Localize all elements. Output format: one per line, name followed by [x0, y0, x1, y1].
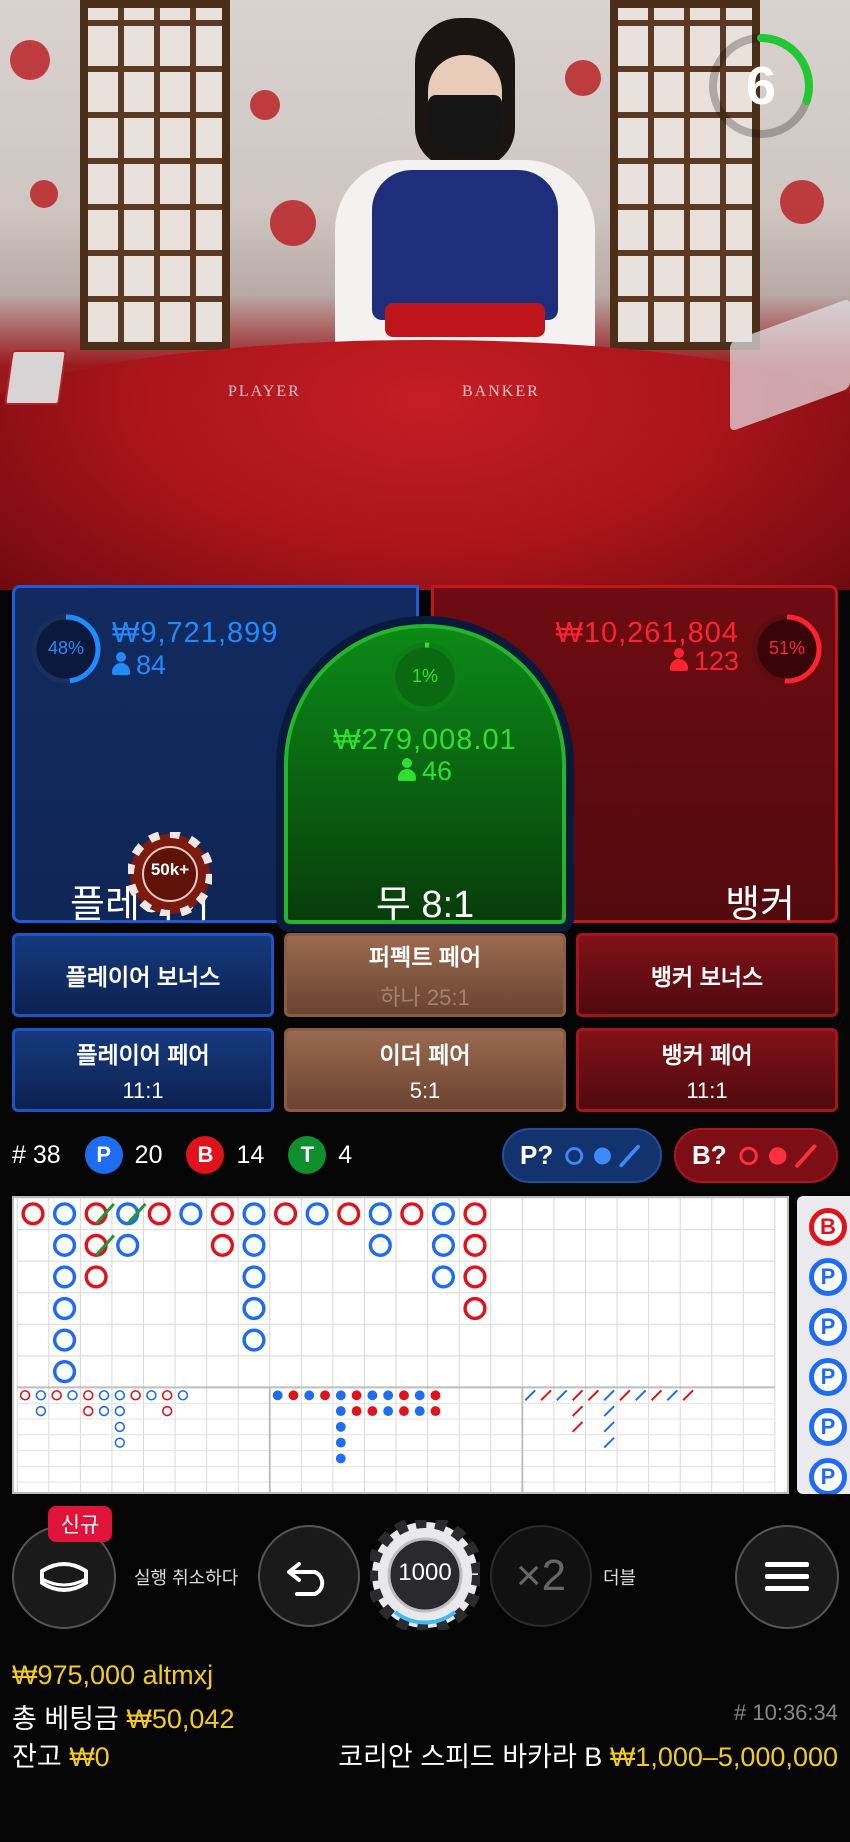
- player-win-count: 20: [134, 1140, 163, 1169]
- perfect-pair-button[interactable]: 퍼펙트 페어 하나 25:1: [284, 933, 566, 1017]
- player-percent: 48%: [47, 638, 85, 658]
- perfect-pair-label: 퍼펙트 페어: [368, 944, 482, 970]
- menu-button[interactable]: [735, 1525, 839, 1629]
- player-pair-payout: 11:1: [122, 1078, 164, 1103]
- person-icon: [112, 652, 130, 676]
- side-result-4: P: [809, 1358, 847, 1396]
- predict-symbols-icon: [565, 1144, 641, 1167]
- perfect-pair-payout: 하나 25:1: [380, 985, 470, 1010]
- tie-total-amount: ₩279,008.01: [333, 724, 517, 756]
- tie-win-count: 4: [338, 1140, 353, 1169]
- person-icon: [669, 648, 688, 672]
- table-name: 코리안 스피드 바카라 B: [338, 1742, 603, 1772]
- player-pair-label: 플레이어 페어: [76, 1042, 210, 1068]
- either-pair-button[interactable]: 이더 페어 5:1: [284, 1028, 566, 1112]
- banker-percent: 51%: [768, 638, 806, 658]
- predict-symbols-icon: [739, 1143, 817, 1168]
- banker-bonus-button[interactable]: 뱅커 보너스: [576, 933, 838, 1017]
- player-badge: P: [84, 1136, 123, 1174]
- double-button[interactable]: ×2: [490, 1525, 592, 1627]
- side-result-5: P: [809, 1408, 847, 1446]
- total-bet: 총 베팅금 ₩50,042: [12, 1697, 234, 1736]
- card-stack: [4, 350, 67, 405]
- balance: 잔고 ₩0: [12, 1735, 110, 1774]
- undo-icon: [287, 1562, 325, 1596]
- double-label: 더블: [603, 1568, 637, 1588]
- table-info: 코리안 스피드 바카라 B ₩1,000–5,000,000: [338, 1735, 838, 1774]
- baccarat-table: [0, 340, 850, 590]
- player-bonus-label: 플레이어 보너스: [65, 964, 221, 990]
- banker-label: 뱅커: [725, 884, 795, 926]
- side-result-2: P: [809, 1258, 847, 1296]
- undo-button[interactable]: [258, 1525, 360, 1627]
- lattice-screen-left: [80, 0, 230, 350]
- roadmap-side-column[interactable]: B P P P P P: [797, 1196, 850, 1494]
- banker-predict-label: B?: [692, 1140, 727, 1170]
- hamburger-menu-icon: [765, 1562, 809, 1591]
- banker-predict-button[interactable]: B?: [674, 1128, 838, 1183]
- player-predict-label: P?: [520, 1140, 554, 1170]
- person-icon: [397, 758, 416, 782]
- table-icon: [40, 1562, 88, 1592]
- total-bet-label: 총 베팅금: [12, 1704, 119, 1734]
- banker-bonus-label: 뱅커 보너스: [650, 964, 764, 990]
- game-time: # 10:36:34: [734, 1700, 838, 1725]
- banker-pair-label: 뱅커 페어: [661, 1042, 753, 1068]
- banker-count-value: 123: [693, 646, 739, 676]
- tie-count-value: 46: [421, 756, 453, 786]
- banker-bettor-count: 123: [669, 646, 739, 677]
- player-total-amount: ₩9,721,899: [112, 617, 279, 649]
- undo-label: 실행 취소하다: [134, 1568, 239, 1588]
- side-result-3: P: [809, 1308, 847, 1346]
- chip-selector-value: 1000: [398, 1559, 452, 1586]
- tie-badge: T: [288, 1136, 327, 1174]
- banker-pair-payout: 11:1: [686, 1078, 728, 1103]
- total-bet-value: ₩50,042: [126, 1704, 235, 1734]
- new-badge: 신규: [48, 1506, 112, 1542]
- round-statistics: # 38 P 20 B 14 T 4: [12, 1130, 376, 1180]
- scoreboard-roadmap[interactable]: [12, 1196, 789, 1494]
- tie-percent: 1%: [411, 666, 438, 686]
- player-predict-button[interactable]: P?: [502, 1128, 662, 1183]
- side-result-1: B: [809, 1208, 847, 1246]
- either-pair-label: 이더 페어: [379, 1042, 471, 1068]
- placed-chip-value: 50k+: [150, 860, 190, 879]
- user-balance: ₩975,000 altmxj: [12, 1660, 214, 1690]
- tie-label: 무 8:1: [375, 884, 475, 926]
- tie-bet-area[interactable]: 1% ₩279,008.01 46 무 8:1: [284, 624, 566, 926]
- double-symbol: ×2: [515, 1551, 567, 1600]
- player-bettor-count: 84: [112, 650, 166, 681]
- balance-label: 잔고: [12, 1742, 62, 1772]
- banker-win-count: 14: [236, 1140, 265, 1169]
- player-count-value: 84: [136, 650, 167, 680]
- tie-bettor-count: 46: [288, 756, 562, 787]
- either-pair-payout: 5:1: [409, 1078, 441, 1103]
- side-result-6: P: [809, 1458, 847, 1494]
- banker-pair-button[interactable]: 뱅커 페어 11:1: [576, 1028, 838, 1112]
- countdown-timer-value: 6: [745, 56, 777, 116]
- felt-label-player: PLAYER: [228, 383, 301, 400]
- round-number: # 38: [12, 1140, 61, 1169]
- banker-badge: B: [186, 1136, 225, 1174]
- felt-label-banker: BANKER: [462, 383, 540, 400]
- player-pair-button[interactable]: 플레이어 페어 11:1: [12, 1028, 274, 1112]
- player-bonus-button[interactable]: 플레이어 보너스: [12, 933, 274, 1017]
- table-limits: ₩1,000–5,000,000: [609, 1742, 838, 1772]
- balance-value: ₩0: [69, 1742, 110, 1772]
